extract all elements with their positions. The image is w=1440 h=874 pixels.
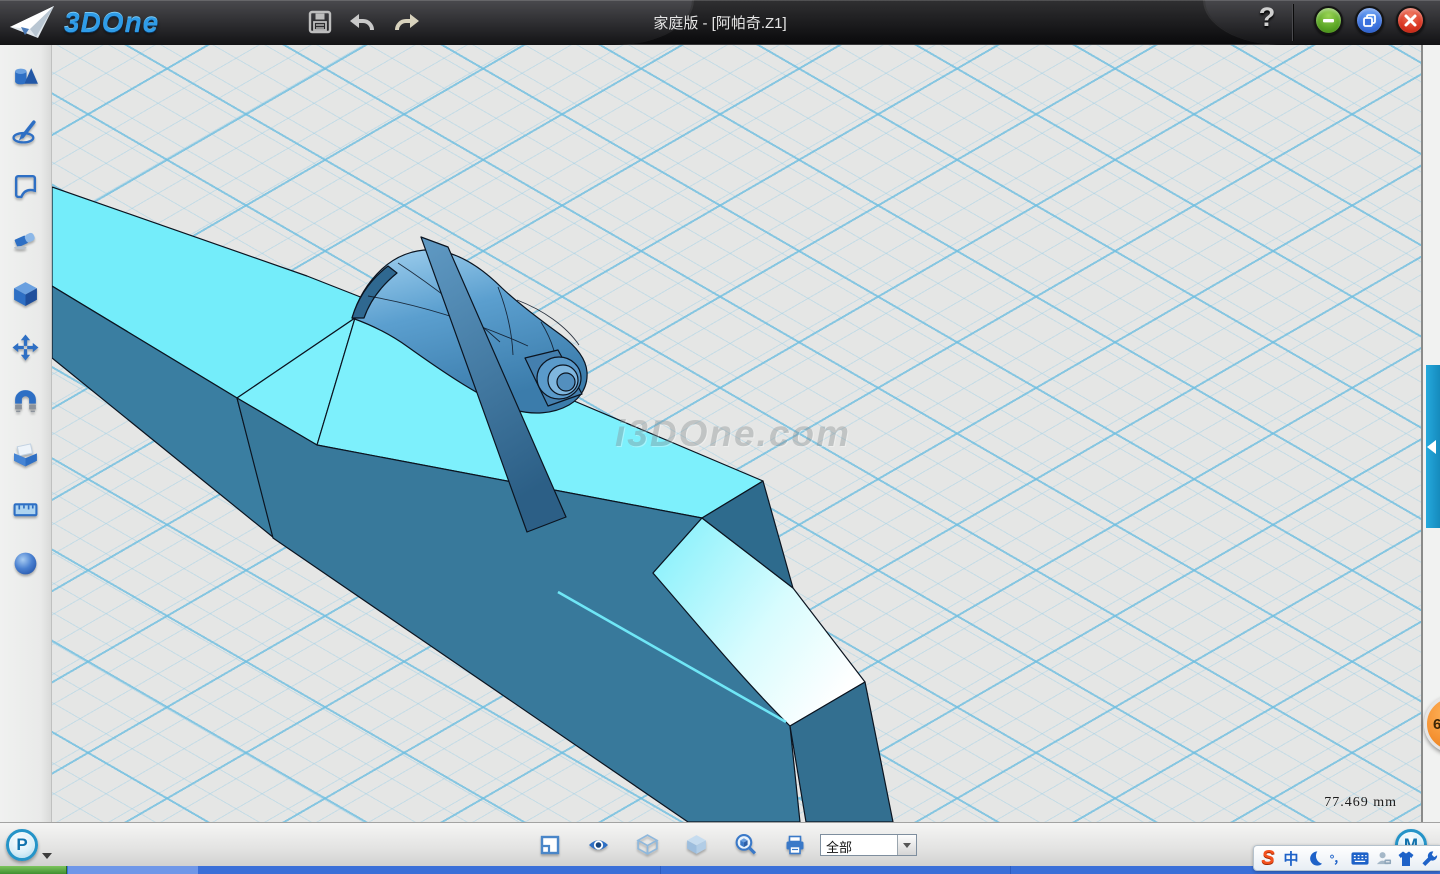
panel-flyout-tab[interactable]	[1426, 365, 1440, 528]
taskbar-divider	[1010, 866, 1011, 874]
wireframe-mode-button[interactable]	[636, 833, 659, 856]
sketch-draw-button[interactable]	[10, 115, 42, 147]
titlebar-separator	[1292, 4, 1293, 41]
magnet-icon	[12, 388, 39, 415]
windows-taskbar-strip[interactable]	[0, 866, 1440, 874]
soft-keyboard-button[interactable]	[1351, 848, 1369, 868]
brand-text: 3DOne	[64, 7, 159, 39]
print-button[interactable]	[783, 833, 806, 856]
feature-cube-icon	[12, 280, 39, 307]
material-sphere-button[interactable]	[10, 547, 42, 579]
move-button[interactable]	[10, 331, 42, 363]
quick-toolbar	[305, 7, 421, 37]
shaded-mode-button[interactable]	[685, 833, 708, 856]
assembly-box-button[interactable]	[10, 439, 42, 471]
redo-icon	[392, 9, 420, 35]
titlebar: 3DOne	[0, 0, 1440, 45]
window-controls	[1314, 6, 1425, 35]
measure-icon	[12, 496, 39, 523]
view-toolbar	[538, 833, 806, 856]
taskbar-start-segment[interactable]	[0, 866, 67, 874]
restore-icon	[1362, 13, 1377, 28]
eraser-button[interactable]	[10, 223, 42, 255]
skin-button[interactable]	[1397, 848, 1415, 868]
view-plane-icon	[539, 834, 561, 856]
moon-mode-button[interactable]	[1305, 848, 1323, 868]
taskbar-quicklaunch-segment[interactable]	[68, 866, 198, 874]
watermark: i3DOne.com	[615, 413, 851, 455]
3d-viewport-canvas[interactable]: i3DOne.com 77.469 mm	[52, 45, 1421, 822]
undo-button[interactable]	[348, 7, 378, 37]
feature-cube-button[interactable]	[10, 277, 42, 309]
sketch-surface-button[interactable]	[10, 169, 42, 201]
chinese-mode-button[interactable]: 中	[1282, 848, 1300, 868]
primitive-solids-icon	[12, 64, 39, 91]
visibility-eye-icon	[587, 834, 610, 856]
visibility-button[interactable]	[587, 833, 610, 856]
print-icon	[784, 834, 806, 856]
magnet-button[interactable]	[10, 385, 42, 417]
tool-sidebar	[0, 45, 52, 822]
wrench-icon	[1421, 850, 1438, 867]
app-logo: 3DOne	[8, 4, 159, 41]
statusbar: P	[0, 822, 1440, 866]
user-icon	[1375, 850, 1392, 867]
ime-toolbar: S 中 °，	[1253, 845, 1440, 871]
dropdown-caret-icon[interactable]	[42, 853, 52, 859]
shaded-cube-icon	[685, 833, 708, 856]
material-sphere-icon	[12, 550, 39, 577]
close-button[interactable]	[1396, 6, 1425, 35]
sketch-draw-icon	[12, 118, 39, 145]
move-icon	[12, 334, 39, 361]
paper-plane-icon	[8, 4, 56, 41]
taskbar-divider	[660, 866, 661, 874]
minimize-button[interactable]	[1314, 6, 1343, 35]
ime-settings-button[interactable]	[1420, 848, 1438, 868]
user-dict-button[interactable]	[1374, 848, 1392, 868]
measure-button[interactable]	[10, 493, 42, 525]
save-button[interactable]	[305, 7, 335, 37]
eraser-icon	[12, 226, 39, 253]
zoom-view-button[interactable]	[734, 833, 757, 856]
chevron-down-icon	[903, 843, 911, 848]
minimize-icon	[1321, 13, 1336, 28]
sogou-logo[interactable]: S	[1259, 848, 1277, 868]
undo-icon	[349, 9, 377, 35]
zoom-view-icon	[734, 833, 757, 856]
measurement-readout: 77.469 mm	[1324, 795, 1397, 811]
tshirt-skin-icon	[1397, 850, 1415, 867]
left-arrow-icon	[1427, 440, 1436, 454]
help-button[interactable]: ?	[1252, 2, 1282, 42]
restore-button[interactable]	[1355, 6, 1384, 35]
moon-icon	[1306, 850, 1323, 867]
sketch-surface-icon	[12, 172, 39, 199]
window-title: 家庭版 - [阿帕奇.Z1]	[570, 0, 870, 45]
3done-window: 3DOne	[0, 0, 1440, 874]
view-plane-button[interactable]	[538, 833, 561, 856]
display-filter-dropdown[interactable]: 全部	[820, 834, 917, 856]
punctuation-button[interactable]: °，	[1328, 848, 1346, 868]
wireframe-cube-icon	[636, 833, 659, 856]
keyboard-icon	[1351, 851, 1369, 866]
filter-value: 全部	[821, 835, 897, 855]
close-icon	[1403, 13, 1418, 28]
model-faces	[52, 187, 893, 822]
dropdown-arrow-button[interactable]	[897, 835, 916, 855]
assembly-box-icon	[12, 442, 39, 469]
save-icon	[307, 9, 333, 35]
primitive-solids-button[interactable]	[10, 61, 42, 93]
profile-badge-button[interactable]: P	[6, 829, 38, 861]
redo-button[interactable]	[391, 7, 421, 37]
